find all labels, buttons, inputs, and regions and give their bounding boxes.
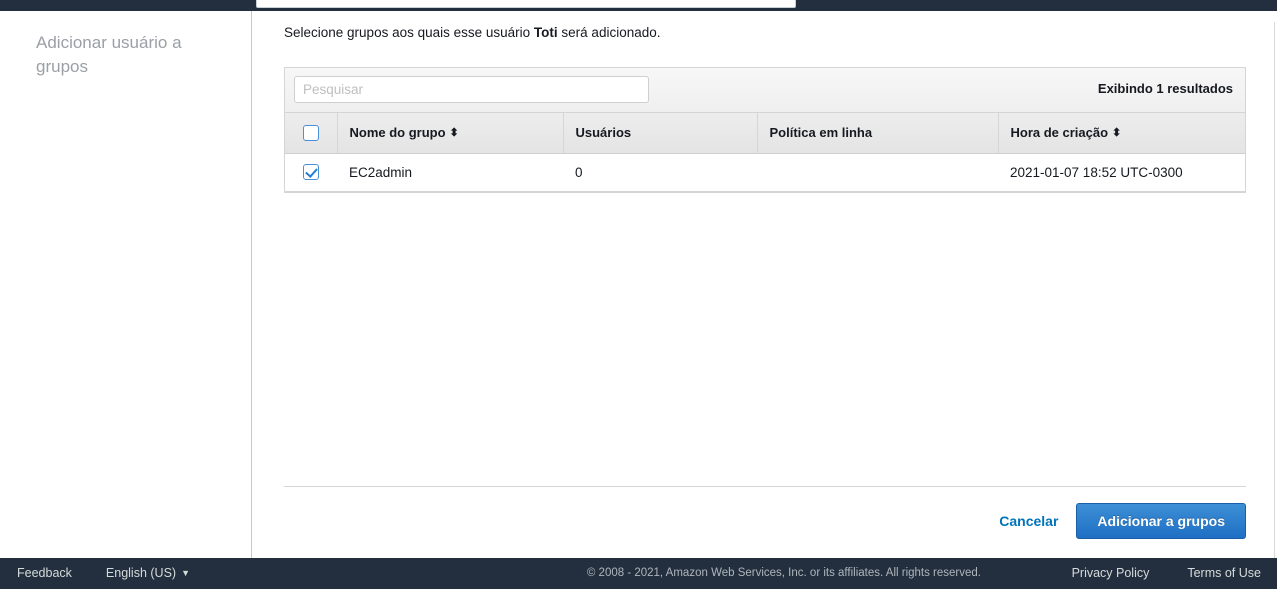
column-header-group-name-label: Nome do grupo bbox=[349, 125, 446, 141]
overlay-panel-top-edge bbox=[256, 0, 796, 8]
footer-left-links: Feedback English (US) ▼ bbox=[17, 566, 190, 580]
column-header-users-label: Usuários bbox=[575, 125, 632, 141]
table-header-row: Nome do grupo ⬍ Usuários Política em linh… bbox=[285, 113, 1245, 154]
results-count-label: Exibindo 1 resultados bbox=[1097, 81, 1233, 96]
column-header-inline-policy-label: Política em linha bbox=[769, 125, 873, 141]
language-selector-label: English (US) bbox=[105, 566, 177, 580]
column-header-creation-time[interactable]: Hora de criação ⬍ bbox=[998, 113, 1245, 154]
page-footer: Feedback English (US) ▼ © 2008 - 2021, Am… bbox=[0, 558, 1277, 589]
table-header: Nome do grupo ⬍ Usuários Política em linh… bbox=[285, 113, 1245, 154]
sort-arrows-icon: ⬍ bbox=[449, 127, 459, 140]
wizard-sidebar: Adicionar usuário a grupos bbox=[0, 11, 252, 558]
row-select-checkbox[interactable] bbox=[303, 164, 319, 181]
privacy-policy-link[interactable]: Privacy Policy bbox=[1072, 566, 1150, 580]
column-header-select-all bbox=[285, 113, 338, 154]
top-navigation-bar bbox=[0, 0, 1277, 11]
search-input[interactable] bbox=[294, 76, 649, 103]
column-header-group-name[interactable]: Nome do grupo ⬍ bbox=[337, 113, 564, 154]
chevron-down-icon: ▼ bbox=[181, 568, 190, 578]
column-header-users: Usuários bbox=[563, 113, 758, 154]
table-row[interactable]: EC2admin 0 2021-01-07 18:52 UTC-0300 bbox=[285, 153, 1245, 192]
cell-inline-policy bbox=[757, 153, 998, 192]
table-body: EC2admin 0 2021-01-07 18:52 UTC-0300 bbox=[285, 153, 1245, 192]
panel-toolbar: Exibindo 1 resultados bbox=[285, 68, 1245, 113]
instruction-prefix: Selecione grupos aos quais esse usuário bbox=[284, 25, 534, 40]
column-header-creation-time-label: Hora de criação bbox=[1010, 125, 1109, 141]
instruction-suffix: será adicionado. bbox=[557, 25, 661, 40]
footer-right-links: Privacy Policy Terms of Use bbox=[1072, 566, 1261, 580]
terms-of-use-link[interactable]: Terms of Use bbox=[1187, 566, 1261, 580]
action-bar: Cancelar Adicionar a grupos bbox=[999, 503, 1246, 539]
language-selector[interactable]: English (US) ▼ bbox=[106, 566, 190, 580]
sort-arrows-icon: ⬍ bbox=[1112, 127, 1122, 140]
page-title: Adicionar usuário a grupos bbox=[36, 33, 182, 76]
groups-panel: Exibindo 1 resultados Nome do grupo⬍ Usu… bbox=[284, 67, 1246, 193]
actions-divider bbox=[284, 486, 1246, 487]
instruction-text: Selecione grupos aos quais esse usuário … bbox=[284, 25, 661, 40]
feedback-link[interactable]: Feedback bbox=[17, 566, 72, 580]
row-select-cell bbox=[285, 153, 337, 192]
column-header-inline-policy: Política em linha bbox=[757, 113, 999, 154]
instruction-username: Toti bbox=[533, 25, 558, 40]
select-all-checkbox[interactable] bbox=[302, 125, 319, 142]
groups-table: Nome do grupo ⬍ Usuários Política em linh… bbox=[285, 113, 1245, 192]
copyright-text: © 2008 - 2021, Amazon Web Services, Inc.… bbox=[586, 567, 981, 579]
cell-users-count: 0 bbox=[563, 153, 757, 192]
main-content: Selecione grupos aos quais esse usuário … bbox=[253, 11, 1277, 569]
cell-creation-time: 2021-01-07 18:52 UTC-0300 bbox=[998, 153, 1245, 192]
add-to-groups-button[interactable]: Adicionar a grupos bbox=[1076, 503, 1246, 539]
content-right-edge bbox=[1274, 22, 1275, 569]
cancel-button[interactable]: Cancelar bbox=[999, 513, 1058, 529]
cell-group-name: EC2admin bbox=[337, 153, 563, 192]
